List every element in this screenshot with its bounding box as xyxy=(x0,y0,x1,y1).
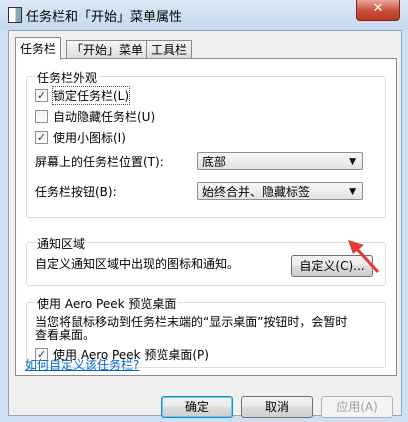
group-title: 使用 Aero Peek 预览桌面 xyxy=(35,295,179,312)
ok-button[interactable]: 确定 xyxy=(161,396,233,418)
select-value: 始终合并、隐藏标签 xyxy=(202,185,311,199)
taskbar-icon xyxy=(8,7,22,23)
apply-button[interactable]: 应用(A) xyxy=(321,396,393,418)
dropdown-arrow-icon: ▼ xyxy=(349,157,356,167)
taskbar-appearance-group: 任务栏外观 ✓ 锁定任务栏(L) 自动隐藏任务栏(U) ✓ 使用小图标(I) 屏… xyxy=(26,69,386,218)
tab-taskbar[interactable]: 任务栏 xyxy=(15,37,62,60)
aero-peek-description-line2: 查看桌面。 xyxy=(35,328,96,342)
dialog-body: 任务栏 「开始」菜单 工具栏 任务栏外观 ✓ 锁定任务栏(L) 自动隐藏任务栏(… xyxy=(8,30,402,418)
group-title: 任务栏外观 xyxy=(35,69,100,86)
checkbox-checked-icon: ✓ xyxy=(35,130,48,144)
window-title: 任务栏和「开始」菜单属性 xyxy=(26,10,183,25)
taskbar-tab-panel: 任务栏外观 ✓ 锁定任务栏(L) 自动隐藏任务栏(U) ✓ 使用小图标(I) 屏… xyxy=(15,58,397,376)
checkbox-unchecked-icon xyxy=(35,109,48,123)
small-icons-checkbox[interactable]: ✓ 使用小图标(I) xyxy=(35,128,126,146)
title-bar: 任务栏和「开始」菜单属性 ✕ xyxy=(0,0,408,30)
notification-description: 自定义通知区域中出现的图标和通知。 xyxy=(35,257,240,271)
checkbox-label: 锁定任务栏(L) xyxy=(51,85,131,105)
close-button[interactable]: ✕ xyxy=(356,0,400,21)
checkbox-label: 自动隐藏任务栏(U) xyxy=(53,109,156,124)
checkbox-checked-icon: ✓ xyxy=(35,88,48,102)
autohide-checkbox[interactable]: 自动隐藏任务栏(U) xyxy=(35,107,155,125)
help-link[interactable]: 如何自定义该任务栏? xyxy=(25,356,139,373)
taskbar-location-label: 屏幕上的任务栏位置(T): xyxy=(35,155,164,169)
notification-area-group: 通知区域 自定义通知区域中出现的图标和通知。 自定义(C)... xyxy=(26,235,386,286)
tab-start-menu[interactable]: 「开始」菜单 xyxy=(66,40,149,59)
cancel-button[interactable]: 取消 xyxy=(241,396,313,418)
group-title: 通知区域 xyxy=(35,235,88,252)
annotation-arrow-icon xyxy=(348,240,380,274)
select-value: 底部 xyxy=(202,155,227,169)
lock-taskbar-checkbox[interactable]: ✓ 锁定任务栏(L) xyxy=(35,85,131,105)
checkbox-label: 使用小图标(I) xyxy=(53,130,126,145)
taskbar-location-select[interactable]: 底部 ▼ xyxy=(197,152,363,170)
taskbar-buttons-select[interactable]: 始终合并、隐藏标签 ▼ xyxy=(197,182,363,200)
taskbar-buttons-label: 任务栏按钮(B): xyxy=(35,185,117,199)
dropdown-arrow-icon: ▼ xyxy=(349,187,356,197)
tab-toolbars[interactable]: 工具栏 xyxy=(146,40,193,59)
